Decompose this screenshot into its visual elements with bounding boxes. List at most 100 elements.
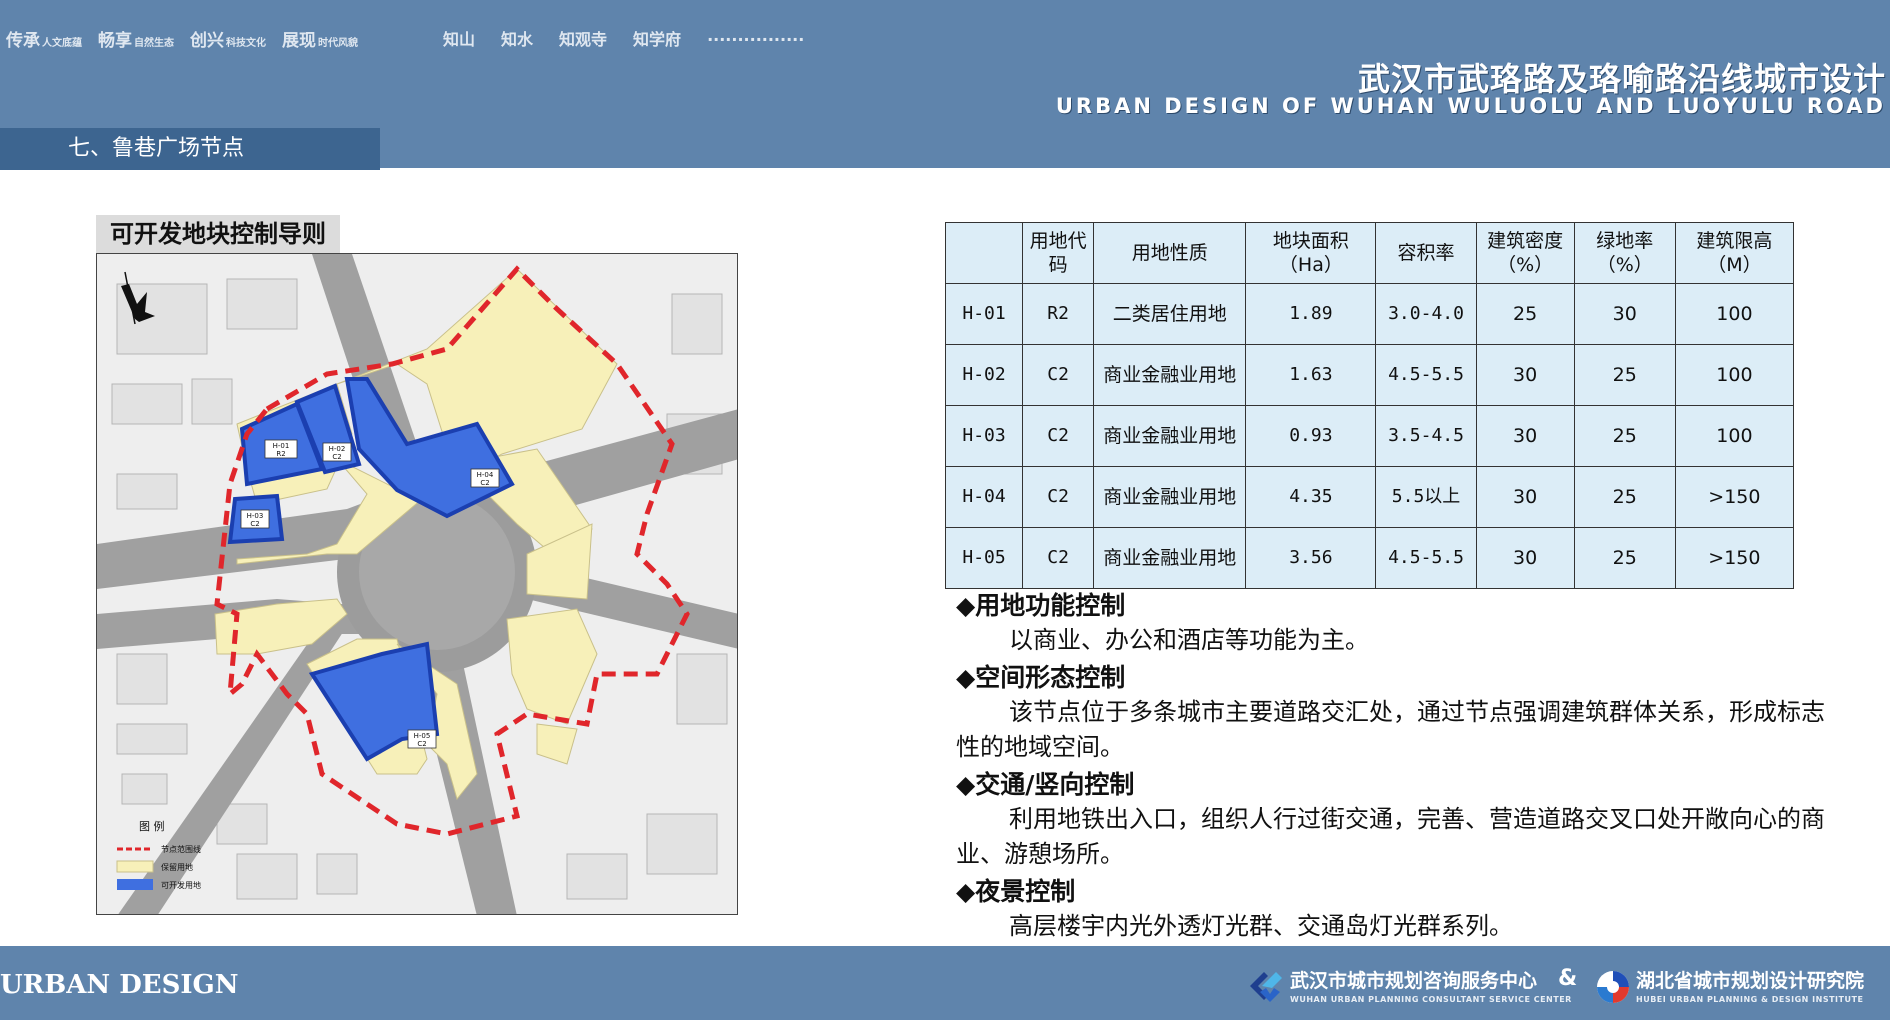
top-topic-nav: 知山 知水 知观寺 知学府 ................ (443, 26, 830, 50)
table-cell: 30 (1475, 405, 1575, 467)
page-subtitle: URBAN DESIGN OF WUHAN WULUOLU AND LUOYUL… (1055, 94, 1886, 118)
table-cell: H-02 (944, 344, 1024, 406)
legend-retained-label: 保留用地 (161, 862, 193, 872)
table-cell: 100 (1674, 405, 1795, 467)
table-cell: 商业金融业用地 (1093, 466, 1247, 528)
nav-topic-academy[interactable]: 知学府 (633, 26, 681, 50)
nav-topic-water[interactable]: 知水 (501, 26, 533, 50)
table-cell: 商业金融业用地 (1093, 405, 1247, 467)
table-cell: H-03 (944, 405, 1024, 467)
table-header-landuse: 用地性质 (1093, 222, 1247, 284)
parcel-control-table: 用地代码 用地性质 地块面积（Ha） 容积率 建筑密度（%） 绿地率（%） 建筑… (944, 222, 1795, 589)
guideline-body-nightscape: 高层楼宇内光外透灯光群、交通岛灯光群系列。 (1009, 912, 1513, 940)
nav-item-ecology[interactable]: 畅享 自然生态 (98, 26, 174, 51)
nav-item-era[interactable]: 展现 时代风貌 (282, 26, 358, 51)
table-cell: 二类居住用地 (1093, 283, 1247, 345)
legend-boundary-label: 节点范围线 (161, 844, 201, 854)
table-cell: 4.5-5.5 (1375, 344, 1477, 406)
table-cell: 100 (1674, 344, 1795, 406)
table-header-code: 用地代码 (1022, 222, 1095, 284)
table-row: H-05 C2 商业金融业用地 3.56 4.5-5.5 30 25 >150 (944, 527, 1795, 589)
parcel-label-h01-code: R2 (276, 450, 285, 458)
nav-topic-more[interactable]: ................ (707, 26, 804, 50)
guideline-title-form: ◆空间形态控制 (956, 663, 1126, 692)
nav-topic-mountain[interactable]: 知山 (443, 26, 475, 50)
table-cell: C2 (1022, 344, 1095, 406)
site-plan-map: H-01 R2 H-02 C2 H-03 C2 H-04 C2 H-05 C2 … (96, 253, 738, 915)
table-cell: 1.89 (1245, 283, 1377, 345)
org2-name: 湖北省城市规划设计研究院 (1636, 970, 1865, 992)
table-row: H-04 C2 商业金融业用地 4.35 5.5以上 30 25 >150 (944, 466, 1795, 528)
table-cell: 25 (1573, 344, 1676, 406)
parcel-label-h01-id: H-01 (273, 442, 290, 450)
table-cell: 商业金融业用地 (1093, 344, 1247, 406)
org-wuhan-consult: 武汉市城市规划咨询服务中心 WUHAN URBAN PLANNING CONSU… (1246, 964, 1571, 1014)
table-row: H-01 R2 二类居住用地 1.89 3.0-4.0 25 30 100 (944, 283, 1795, 345)
top-slogan-nav: 传承 人文底蕴 畅享 自然生态 创兴 科技文化 展现 时代风貌 (6, 26, 374, 51)
table-cell: C2 (1022, 405, 1095, 467)
parcel-label-h03-code: C2 (250, 520, 259, 528)
table-cell: 30 (1573, 283, 1676, 345)
table-cell: R2 (1022, 283, 1095, 345)
table-cell: 0.93 (1245, 405, 1377, 467)
guideline-title-traffic: ◆交通/竖向控制 (956, 770, 1135, 799)
table-header-far: 容积率 (1375, 222, 1477, 284)
nav-item-heritage[interactable]: 传承 人文底蕴 (6, 26, 82, 51)
table-cell: 4.5-5.5 (1375, 527, 1477, 589)
legend-title: 图 例 (139, 819, 165, 833)
hubei-institute-logo-icon (1597, 971, 1629, 1003)
parcel-label-h04-code: C2 (480, 479, 489, 487)
table-cell: 3.5-4.5 (1375, 405, 1477, 467)
table-cell: 3.56 (1245, 527, 1377, 589)
guideline-title-function: ◆用地功能控制 (956, 591, 1126, 620)
table-cell: 25 (1573, 527, 1676, 589)
table-cell: 25 (1573, 466, 1676, 528)
legend-developable-label: 可开发用地 (161, 880, 201, 890)
table-cell: 3.0-4.0 (1375, 283, 1477, 345)
table-header-row: 用地代码 用地性质 地块面积（Ha） 容积率 建筑密度（%） 绿地率（%） 建筑… (944, 222, 1795, 284)
org1-english-name: WUHAN URBAN PLANNING CONSULTANT SERVICE … (1290, 995, 1572, 1004)
nav-item-technology[interactable]: 创兴 科技文化 (190, 26, 266, 51)
org1-name: 武汉市城市规划咨询服务中心 (1290, 970, 1538, 992)
table-cell: 30 (1475, 344, 1575, 406)
table-cell: 25 (1573, 405, 1676, 467)
table-cell: >150 (1674, 466, 1795, 528)
table-row: H-02 C2 商业金融业用地 1.63 4.5-5.5 30 25 100 (944, 344, 1795, 406)
table-header-height: 建筑限高（M） (1674, 222, 1795, 284)
map-heading: 可开发地块控制导则 (96, 215, 340, 253)
guideline-title-nightscape: ◆夜景控制 (956, 877, 1076, 906)
table-cell: H-04 (944, 466, 1024, 528)
table-cell: 100 (1674, 283, 1795, 345)
parcel-label-h05-code: C2 (417, 740, 426, 748)
table-header-area: 地块面积（Ha） (1245, 222, 1377, 284)
section-tab: 七、鲁巷广场节点 (0, 128, 380, 170)
parcel-label-h03-id: H-03 (247, 512, 264, 520)
nav-topic-temple[interactable]: 知观寺 (559, 26, 607, 50)
parcel-label-h02-id: H-02 (329, 445, 346, 453)
wuhan-consult-logo-icon (1250, 972, 1282, 1002)
footer-brand: URBAN DESIGN (0, 970, 239, 1000)
table-cell: 商业金融业用地 (1093, 527, 1247, 589)
org-hubei-institute: 湖北省城市规划设计研究院 HUBEI URBAN PLANNING & DESI… (1594, 964, 1884, 1014)
table-cell: 5.5以上 (1375, 466, 1477, 528)
org2-english-name: HUBEI URBAN PLANNING & DESIGN INSTITUTE (1636, 995, 1864, 1004)
table-cell: 4.35 (1245, 466, 1377, 528)
table-cell: 1.63 (1245, 344, 1377, 406)
table-cell: 30 (1475, 527, 1575, 589)
table-cell: H-05 (944, 527, 1024, 589)
guideline-body-function: 以商业、办公和酒店等功能为主。 (1009, 626, 1369, 654)
table-cell: C2 (1022, 527, 1095, 589)
ampersand: & (1558, 966, 1578, 991)
parcel-label-h05-id: H-05 (414, 732, 431, 740)
table-cell: C2 (1022, 466, 1095, 528)
guideline-body-traffic: 利用地铁出入口，组织人行过街交通，完善、营造道路交叉口处开敞向心的商业、游憩场所… (956, 805, 1825, 868)
control-guidelines: ◆用地功能控制 以商业、办公和酒店等功能为主。 ◆空间形态控制 该节点位于多条城… (956, 588, 1836, 946)
footer-banner: URBAN DESIGN 武汉市城市规划咨询服务中心 WUHAN URBAN P… (0, 946, 1890, 1020)
parcel-label-h02-code: C2 (332, 453, 341, 461)
guideline-body-form: 该节点位于多条城市主要道路交汇处，通过节点强调建筑群体关系，形成标志性的地域空间… (956, 698, 1825, 761)
table-cell: >150 (1674, 527, 1795, 589)
table-cell: 25 (1475, 283, 1575, 345)
table-header-blank (944, 222, 1024, 284)
table-cell: H-01 (944, 283, 1024, 345)
parcel-label-h04-id: H-04 (477, 471, 494, 479)
